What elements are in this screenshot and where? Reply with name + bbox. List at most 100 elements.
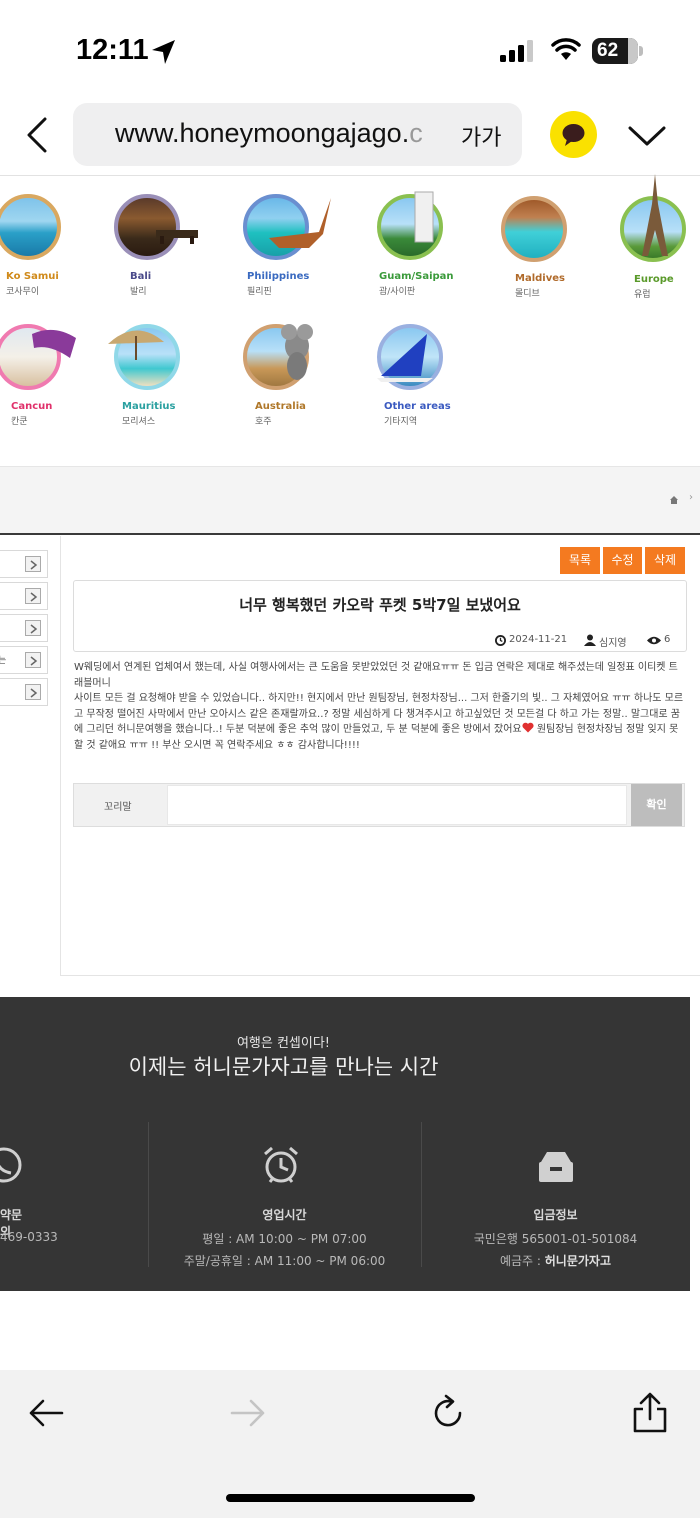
status-time: 12:11 [76, 34, 149, 66]
destination-label-en: Ko Samui [6, 271, 59, 282]
destination-label-ko: 모리셔스 [122, 417, 156, 427]
sailboat-image [377, 334, 433, 382]
destination-label-en: Guam/Saipan [379, 271, 454, 282]
text-size-button[interactable]: 가가 [461, 120, 501, 152]
home-indicator [226, 1494, 475, 1502]
footer-bank-title: 입금정보 [533, 1208, 578, 1222]
destination-label-ko: 몰디브 [515, 289, 540, 299]
reload-icon[interactable] [429, 1394, 467, 1432]
hotel-tower-image [414, 191, 434, 243]
footer-hours-weekend: 주말/공휴일 : AM 11:00 ~ PM 06:00 [183, 1254, 386, 1268]
destination-label-en: Australia [255, 401, 306, 412]
destination-label-ko: 칸쿤 [11, 417, 28, 427]
chevron-right-icon [30, 688, 38, 698]
chat-bubble-icon [562, 124, 585, 146]
sidebar-arrow-button[interactable] [25, 556, 41, 572]
heart-icon [522, 722, 534, 733]
battery-percent: 62 [597, 40, 619, 61]
post-author: 심지영 [599, 638, 627, 649]
destination-label-en: Bali [130, 271, 152, 282]
footer-bank-holder: 예금주 : 허니문가자고 [421, 1252, 690, 1269]
destination-label-en: Maldives [515, 273, 565, 284]
chevron-right-icon [30, 656, 38, 666]
chevron-right-icon [30, 560, 38, 570]
comment-input[interactable] [167, 785, 627, 825]
section-divider [0, 533, 700, 535]
battery-indicator: 62 [592, 38, 638, 64]
alarm-clock-icon [264, 1146, 298, 1183]
clock-icon [495, 635, 506, 646]
footer-tagline-big: 이제는 허니문가자고를 만나는 시간 [128, 1055, 439, 1079]
kakao-talk-button[interactable] [550, 111, 597, 158]
share-icon[interactable] [632, 1392, 668, 1434]
sidebar-item-label: 는 [0, 656, 7, 666]
location-arrow-icon [152, 40, 175, 64]
sidebar-item[interactable] [0, 582, 48, 610]
parasol-image [108, 330, 164, 360]
comment-submit-button[interactable]: 확인 [631, 784, 682, 826]
koala-image [281, 324, 313, 380]
destination-label-ko: 발리 [130, 287, 147, 297]
sidebar-arrow-button[interactable] [25, 652, 41, 668]
edit-button[interactable]: 수정 [603, 547, 642, 574]
eiffel-tower-image [642, 174, 668, 256]
post-body-paragraph: 사이트 모든 걸 요청해야 받을 수 있었습니다.. 하지만!! 현지에서 만난… [74, 691, 686, 753]
user-icon [584, 634, 596, 646]
url-main: www.honeymoongajago. [115, 118, 410, 148]
destination-label-ko: 기타지역 [384, 417, 418, 427]
footer-contact-phone: 469-0333 [0, 1230, 58, 1244]
breadcrumb-band [0, 466, 700, 534]
boat-image [269, 198, 331, 248]
delete-button[interactable]: 삭제 [645, 547, 685, 574]
forward-arrow-icon[interactable] [230, 1398, 266, 1428]
url-tail: c [409, 118, 423, 148]
url-text[interactable]: www.honeymoongajago.c [115, 118, 451, 154]
sidebar-item[interactable] [0, 550, 48, 578]
post-views: 6 [664, 634, 671, 645]
post-body-paragraph: W웨딩에서 연계된 업체여서 했는데, 사실 여행사에서는 큰 도움을 못받았었… [74, 662, 678, 689]
wifi-icon [551, 38, 581, 60]
destination-label-en: Cancun [11, 401, 53, 412]
cellular-signal-icon [500, 40, 533, 62]
post-body: W웨딩에서 연계된 업체여서 했는데, 사실 여행사에서는 큰 도움을 못받았었… [74, 660, 686, 753]
sidebar-item[interactable] [0, 614, 48, 642]
sidebar-arrow-button[interactable] [25, 588, 41, 604]
footer-hours-weekday: 평일 : AM 10:00 ~ PM 07:00 [202, 1232, 367, 1246]
destination-label-ko: 필리핀 [247, 287, 272, 297]
home-icon[interactable] [669, 495, 679, 505]
deposit-box-icon [539, 1152, 573, 1182]
destination-label-ko: 유럽 [634, 290, 651, 300]
footer-bank-holder-label: 예금주 : [499, 1254, 545, 1268]
destination-label-en: Other areas [384, 401, 451, 412]
list-button[interactable]: 목록 [560, 547, 600, 574]
footer-bank-account: 국민은행 565001-01-501084 [473, 1232, 638, 1246]
destination-label-ko: 호주 [255, 417, 272, 427]
expand-chevron-icon[interactable] [627, 124, 667, 148]
maldives-thumbnail [501, 196, 567, 262]
sidebar-item[interactable]: 는 [0, 646, 48, 674]
back-arrow-icon[interactable] [28, 1398, 64, 1428]
ko-samui-thumbnail [0, 194, 61, 260]
sidebar-arrow-button[interactable] [25, 620, 41, 636]
sidebar-item[interactable] [0, 678, 48, 706]
footer-tagline-small: 여행은 컨셉이다! [236, 1036, 331, 1051]
destination-label-ko: 코사무이 [6, 287, 40, 297]
phone-icon [0, 1147, 22, 1183]
footer-bank-holder-value: 허니문가자고 [544, 1254, 612, 1268]
chevron-right-icon [30, 592, 38, 602]
destination-label-ko: 괌/사이판 [379, 287, 416, 297]
destination-label-en: Mauritius [122, 401, 176, 412]
comment-label: 꼬리말 [104, 802, 132, 813]
footer-hours-title: 영업시간 [262, 1208, 307, 1222]
battery-cap [639, 46, 643, 56]
browser-back-chevron-icon[interactable] [24, 116, 50, 154]
breadcrumb-chevron-icon: › [689, 492, 693, 503]
chevron-right-icon [30, 624, 38, 634]
post-title: 너무 행복했던 카오락 푸켓 5박7일 보냈어요 [239, 596, 521, 614]
canopy-image [32, 329, 76, 358]
sidebar-arrow-button[interactable] [25, 684, 41, 700]
divider [0, 175, 700, 176]
daybed-image [156, 230, 198, 244]
post-date: 2024-11-21 [509, 634, 568, 645]
eye-icon [647, 636, 661, 645]
